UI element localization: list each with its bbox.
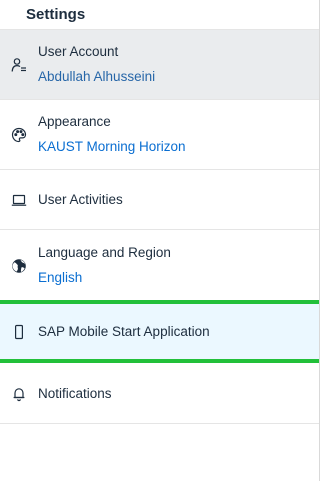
laptop-icon	[0, 192, 38, 208]
settings-item-appearance[interactable]: Appearance KAUST Morning Horizon	[0, 100, 319, 170]
scrollbar[interactable]	[320, 0, 324, 481]
globe-icon	[0, 258, 38, 274]
settings-item-title: SAP Mobile Start Application	[38, 323, 210, 339]
page-title: Settings	[26, 6, 86, 23]
settings-item-title: User Account	[38, 43, 119, 59]
user-settings-icon	[0, 57, 38, 73]
settings-item-subtitle: KAUST Morning Horizon	[38, 138, 186, 154]
settings-header: Settings	[0, 0, 319, 30]
mobile-phone-icon	[0, 324, 38, 340]
settings-item-title: Appearance	[38, 113, 111, 129]
settings-item-title: Notifications	[38, 385, 112, 401]
bell-icon	[0, 386, 38, 402]
settings-item-sap-mobile-start[interactable]: SAP Mobile Start Application	[0, 300, 319, 363]
settings-item-title: User Activities	[38, 191, 123, 207]
settings-item-user-activities[interactable]: User Activities	[0, 170, 319, 230]
settings-panel: Settings User Account Abdullah Alhussein…	[0, 0, 320, 481]
settings-item-title: Language and Region	[38, 244, 171, 260]
palette-icon	[0, 127, 38, 143]
settings-item-user-account[interactable]: User Account Abdullah Alhusseini	[0, 30, 319, 100]
settings-item-notifications[interactable]: Notifications	[0, 364, 319, 424]
settings-item-language-region[interactable]: Language and Region English	[0, 230, 319, 302]
settings-item-subtitle: English	[38, 269, 83, 285]
settings-item-subtitle: Abdullah Alhusseini	[38, 68, 156, 84]
